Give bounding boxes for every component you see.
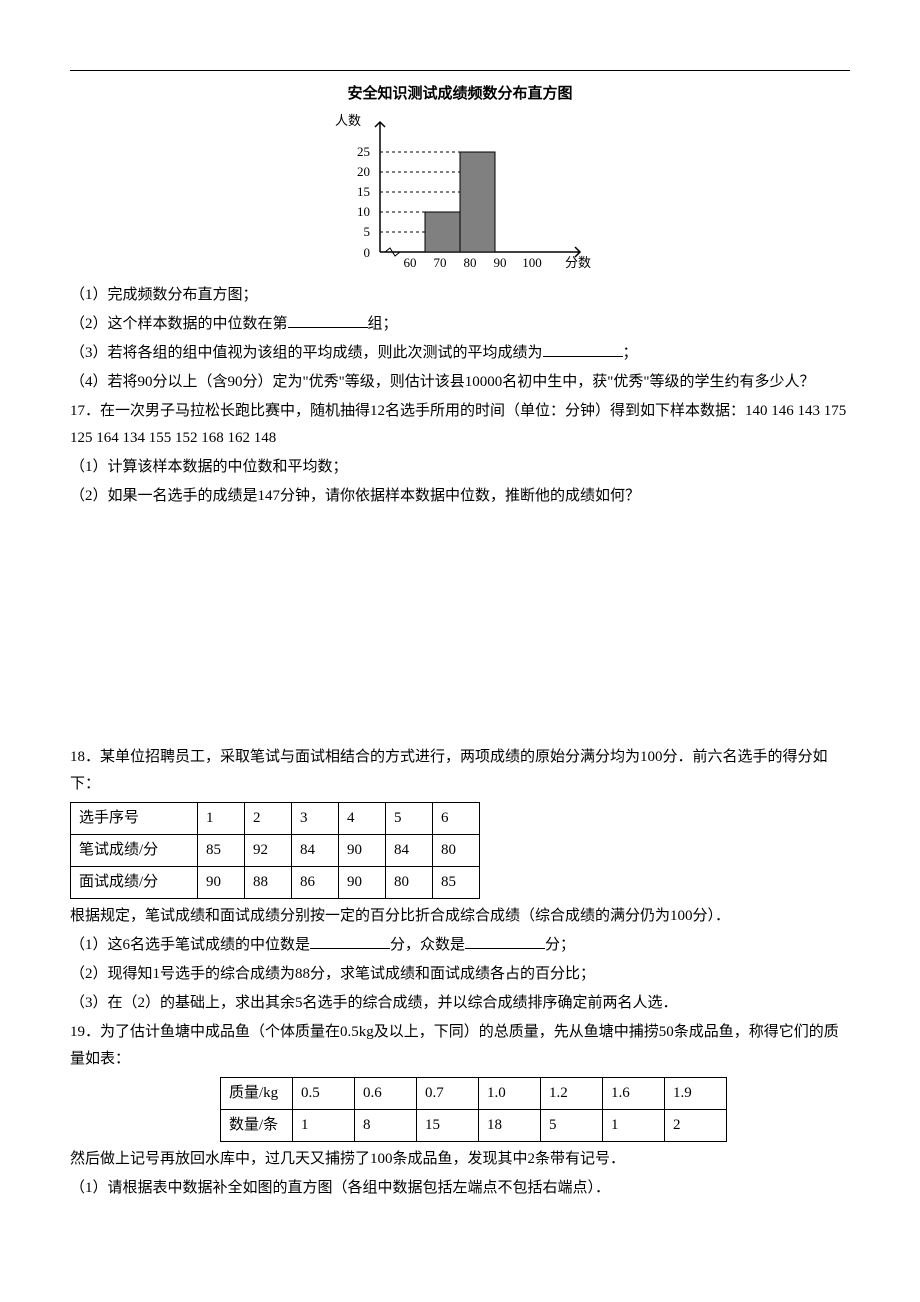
histogram-figure: 安全知识测试成绩频数分布直方图 人数 0 5 10 15 20 25 60 70… (70, 81, 850, 272)
svg-text:0: 0 (364, 245, 371, 260)
q16-4: （4）若将90分以上（含90分）定为"优秀"等级，则估计该县10000名初中生中… (70, 369, 850, 396)
table-row: 数量/条 1 8 15 18 5 1 2 (221, 1110, 727, 1142)
vertical-spacer (70, 512, 850, 742)
q18-3: （3）在（2）的基础上，求出其余5名选手的综合成绩，并以综合成绩排序确定前两名人… (70, 990, 850, 1017)
q16-1: （1）完成频数分布直方图； (70, 282, 850, 309)
q18-table: 选手序号 1 2 3 4 5 6 笔试成绩/分 85 92 84 90 84 8… (70, 802, 480, 899)
q18-1: （1）这6名选手笔试成绩的中位数是分，众数是分； (70, 932, 850, 959)
q18-stem: 18．某单位招聘员工，采取笔试与面试相结合的方式进行，两项成绩的原始分满分均为1… (70, 744, 850, 798)
svg-text:25: 25 (357, 144, 370, 159)
blank-field (543, 341, 623, 357)
q18-after: 根据规定，笔试成绩和面试成绩分别按一定的百分比折合成综合成绩（综合成绩的满分仍为… (70, 903, 850, 930)
q17-2: （2）如果一名选手的成绩是147分钟，请你依据样本数据中位数，推断他的成绩如何？ (70, 483, 850, 510)
blank-field (465, 933, 545, 949)
svg-text:90: 90 (494, 255, 507, 270)
blank-field (288, 312, 368, 328)
q18-2: （2）现得知1号选手的综合成绩为88分，求笔试成绩和面试成绩各占的百分比； (70, 961, 850, 988)
q19-after: 然后做上记号再放回水库中，过几天又捕捞了100条成品鱼，发现其中2条带有记号． (70, 1146, 850, 1173)
table-row: 质量/kg 0.5 0.6 0.7 1.0 1.2 1.6 1.9 (221, 1078, 727, 1110)
q16-3: （3）若将各组的组中值视为该组的平均成绩，则此次测试的平均成绩为； (70, 340, 850, 367)
q17-stem: 17．在一次男子马拉松长跑比赛中，随机抽得12名选手所用的时间（单位：分钟）得到… (70, 398, 850, 452)
chart-title: 安全知识测试成绩频数分布直方图 (70, 81, 850, 108)
svg-text:15: 15 (357, 184, 370, 199)
q19-1: （1）请根据表中数据补全如图的直方图（各组中数据包括左端点不包括右端点）． (70, 1175, 850, 1202)
y-axis-label: 人数 (335, 113, 361, 128)
q19-stem: 19．为了估计鱼塘中成品鱼（个体质量在0.5kg及以上，下同）的总质量，先从鱼塘… (70, 1019, 850, 1073)
question-18: 18．某单位招聘员工，采取笔试与面试相结合的方式进行，两项成绩的原始分满分均为1… (70, 744, 850, 1017)
table-row: 选手序号 1 2 3 4 5 6 (71, 803, 480, 835)
table-row: 笔试成绩/分 85 92 84 90 84 80 (71, 835, 480, 867)
svg-text:5: 5 (364, 224, 371, 239)
page-top-rule (70, 70, 850, 71)
q17-1: （1）计算该样本数据的中位数和平均数； (70, 454, 850, 481)
svg-text:20: 20 (357, 164, 370, 179)
question-17: 17．在一次男子马拉松长跑比赛中，随机抽得12名选手所用的时间（单位：分钟）得到… (70, 398, 850, 510)
q19-table: 质量/kg 0.5 0.6 0.7 1.0 1.2 1.6 1.9 数量/条 1… (220, 1077, 727, 1142)
svg-text:100: 100 (522, 255, 542, 270)
q16-2: （2）这个样本数据的中位数在第组； (70, 311, 850, 338)
svg-text:10: 10 (357, 204, 370, 219)
table-row: 面试成绩/分 90 88 86 90 80 85 (71, 867, 480, 899)
blank-field (310, 933, 390, 949)
x-axis-label: 分数 (565, 255, 591, 270)
histogram-svg: 人数 0 5 10 15 20 25 60 70 80 90 100 分数 (320, 112, 600, 272)
question-19: 19．为了估计鱼塘中成品鱼（个体质量在0.5kg及以上，下同）的总质量，先从鱼塘… (70, 1019, 850, 1202)
question-16-subs: （1）完成频数分布直方图； （2）这个样本数据的中位数在第组； （3）若将各组的… (70, 282, 850, 396)
svg-text:60: 60 (404, 255, 417, 270)
svg-text:80: 80 (464, 255, 477, 270)
svg-text:70: 70 (434, 255, 447, 270)
